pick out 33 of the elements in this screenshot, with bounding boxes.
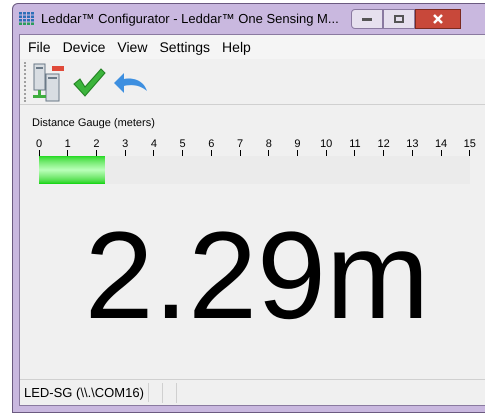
app-grid-icon xyxy=(19,12,35,26)
menu-item[interactable]: Settings xyxy=(159,36,210,58)
menu-item[interactable]: Device xyxy=(62,36,106,58)
tick-label: 4 xyxy=(150,138,157,150)
tick-label: 10 xyxy=(320,138,332,150)
menu-item[interactable]: File xyxy=(28,36,51,58)
tick-label: 13 xyxy=(406,138,418,150)
tick-label: 3 xyxy=(122,138,128,150)
menu-item[interactable]: Help xyxy=(222,36,251,58)
tick-label: 5 xyxy=(180,138,186,150)
status-text: LED-SG (\\.\COM16) xyxy=(24,382,149,402)
window-title: Leddar™ Configurator - Leddar™ One Sensing M... xyxy=(41,10,339,28)
minimize-icon xyxy=(362,18,372,20)
tick-label: 7 xyxy=(236,138,244,150)
tick-label: 9 xyxy=(294,138,301,150)
maximize-button[interactable] xyxy=(382,9,415,29)
minimize-button[interactable] xyxy=(350,9,383,29)
tick-label: 14 xyxy=(434,138,448,150)
tick-label: 1 xyxy=(64,138,71,150)
tick-label: 0 xyxy=(36,138,42,150)
tick-label: 11 xyxy=(349,138,361,150)
tick-label: 12 xyxy=(378,138,390,150)
tick-label: 15 xyxy=(464,138,476,150)
close-icon xyxy=(432,14,443,24)
menu-item[interactable]: View xyxy=(117,36,148,58)
maximize-icon xyxy=(394,15,404,23)
tick-label: 2 xyxy=(93,138,100,150)
distance-reading: 2.29m xyxy=(84,214,430,338)
gauge-title: Distance Gauge (meters) xyxy=(32,116,156,131)
tick-label: 6 xyxy=(208,138,214,150)
server-network-icon[interactable] xyxy=(32,62,66,102)
close-button[interactable] xyxy=(414,9,461,29)
tick-label: 8 xyxy=(266,138,272,150)
